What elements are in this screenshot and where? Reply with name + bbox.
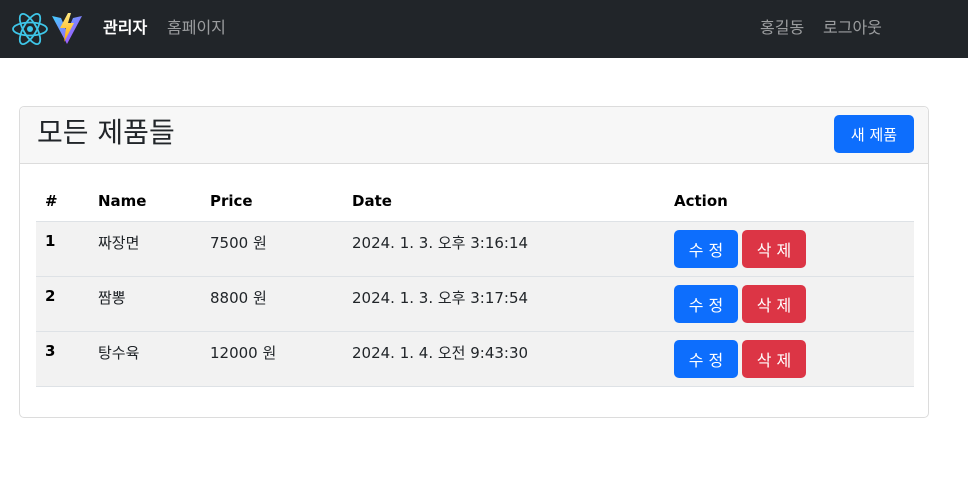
- table-row: 3 탕수육 12000 원 2024. 1. 4. 오전 9:43:30 수 정…: [36, 331, 914, 386]
- product-price: 12000 원: [210, 343, 277, 362]
- edit-button[interactable]: 수 정: [674, 229, 738, 268]
- page-title: 모든 제품들: [37, 116, 175, 149]
- vite-logo-icon: [52, 13, 82, 44]
- row-number: 2: [45, 286, 56, 305]
- nav-link-home[interactable]: 홈페이지: [167, 17, 226, 39]
- row-actions: 수 정삭 제: [674, 276, 914, 331]
- table-row: 1 짜장면 7500 원 2024. 1. 3. 오후 3:16:14 수 정삭…: [36, 221, 914, 276]
- product-date: 2024. 1. 3. 오후 3:17:54: [352, 288, 529, 307]
- table-row: 2 짬뽕 8800 원 2024. 1. 3. 오후 3:17:54 수 정삭 …: [36, 276, 914, 331]
- row-number: 1: [45, 231, 56, 250]
- edit-button[interactable]: 수 정: [674, 339, 738, 378]
- delete-button[interactable]: 삭 제: [742, 284, 806, 323]
- nav-link-admin[interactable]: 관리자: [103, 17, 147, 39]
- product-date: 2024. 1. 3. 오후 3:16:14: [352, 233, 529, 252]
- card-header: 모든 제품들 새 제품: [20, 107, 928, 164]
- table-header: # Name Price Date Action: [36, 185, 914, 221]
- product-price: 8800 원: [210, 288, 267, 307]
- nav-link-logout[interactable]: 로그아웃: [823, 17, 882, 39]
- row-actions: 수 정삭 제: [674, 221, 914, 276]
- top-navbar: 관리자 홈페이지 홍길동 로그아웃: [0, 0, 968, 58]
- column-header-number: #: [45, 192, 58, 210]
- column-header-price: Price: [210, 192, 253, 210]
- nav-link-user[interactable]: 홍길동: [760, 17, 804, 39]
- products-card: 모든 제품들 새 제품 # Name Price Date Action 1 짜…: [19, 106, 929, 418]
- row-actions: 수 정삭 제: [674, 331, 914, 386]
- brand-logos[interactable]: [11, 12, 83, 46]
- products-table: # Name Price Date Action 1 짜장면 7500 원 20…: [36, 185, 914, 387]
- product-date: 2024. 1. 4. 오전 9:43:30: [352, 343, 529, 362]
- row-number: 3: [45, 341, 56, 360]
- column-header-date: Date: [352, 192, 392, 210]
- new-product-button[interactable]: 새 제품: [834, 115, 914, 153]
- column-header-action: Action: [674, 192, 728, 210]
- delete-button[interactable]: 삭 제: [742, 229, 806, 268]
- product-name: 짜장면: [98, 233, 140, 252]
- product-price: 7500 원: [210, 233, 267, 252]
- delete-button[interactable]: 삭 제: [742, 339, 806, 378]
- product-name: 짬뽕: [98, 288, 126, 307]
- column-header-name: Name: [98, 192, 147, 210]
- product-name: 탕수육: [98, 343, 140, 362]
- react-logo-icon: [12, 13, 48, 45]
- edit-button[interactable]: 수 정: [674, 284, 738, 323]
